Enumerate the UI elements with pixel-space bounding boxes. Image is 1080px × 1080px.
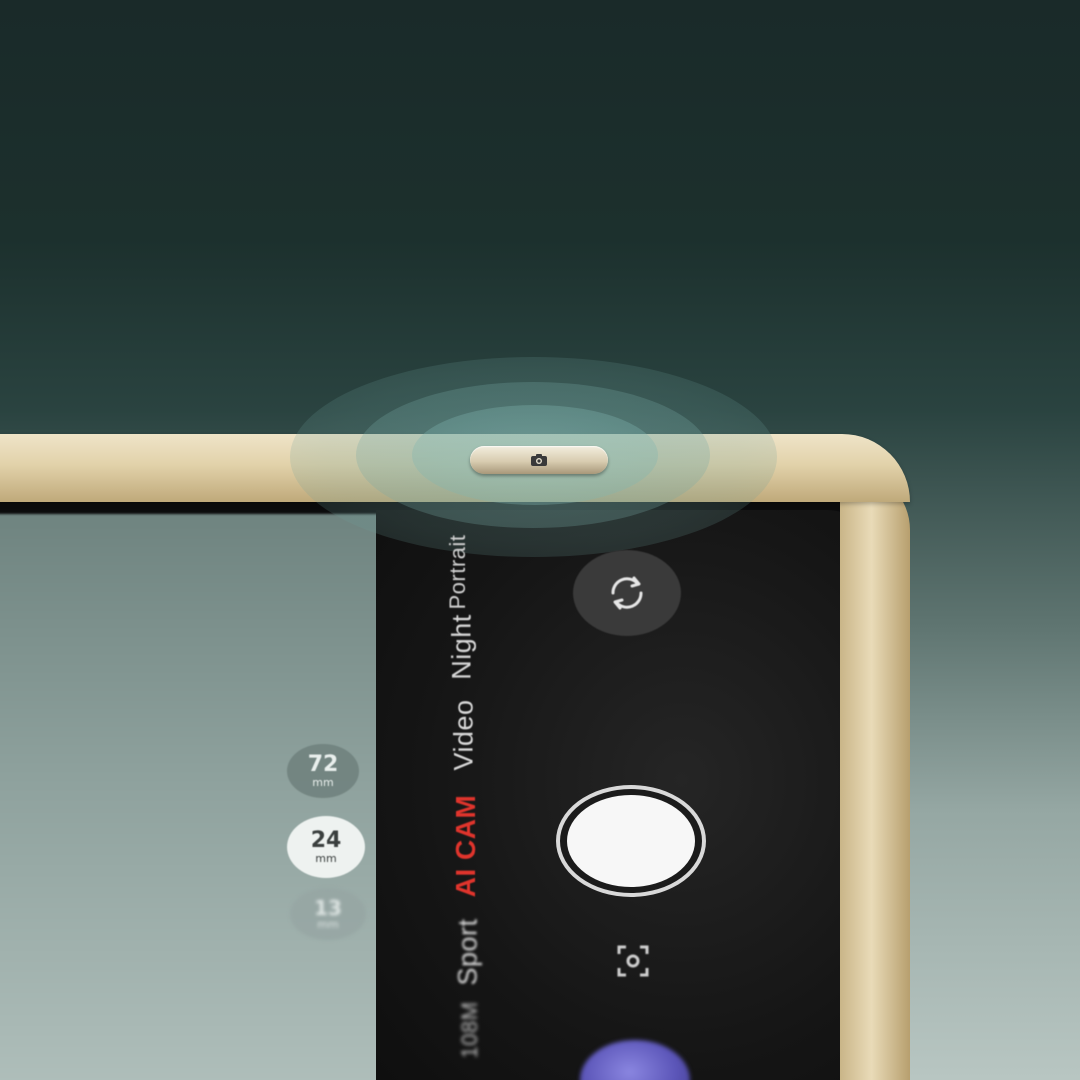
lens-value: 13 (314, 896, 342, 920)
camera-icon (531, 454, 547, 466)
lens-unit: mm (317, 918, 339, 931)
switch-camera-button[interactable] (573, 550, 681, 636)
shutter-inner (567, 795, 695, 887)
scan-button[interactable] (608, 936, 658, 986)
mode-night[interactable]: Night (447, 614, 478, 680)
mode-video[interactable]: Video (449, 699, 480, 770)
product-scene: 72 mm 24 mm 13 mm Portrait Night Video A… (0, 0, 1080, 1080)
lens-unit: mm (312, 776, 334, 789)
lens-value: 24 (310, 828, 342, 853)
lens-72mm-button[interactable]: 72 mm (287, 744, 359, 798)
lens-value: 72 (307, 752, 339, 777)
mode-portrait[interactable]: Portrait (445, 535, 471, 610)
switch-camera-icon (611, 576, 643, 610)
shutter-button[interactable] (556, 785, 706, 897)
mode-ai-cam[interactable]: AI CAM (450, 795, 482, 898)
mode-108m[interactable]: 108M (457, 1001, 483, 1058)
lens-unit: mm (315, 852, 337, 865)
lens-13mm-button[interactable]: 13 mm (290, 888, 366, 940)
scan-icon (617, 945, 649, 977)
phone-side-frame (840, 470, 910, 1080)
mode-sport[interactable]: Sport (453, 918, 484, 985)
lens-24mm-button[interactable]: 24 mm (287, 816, 365, 878)
side-camera-key[interactable] (470, 446, 608, 474)
